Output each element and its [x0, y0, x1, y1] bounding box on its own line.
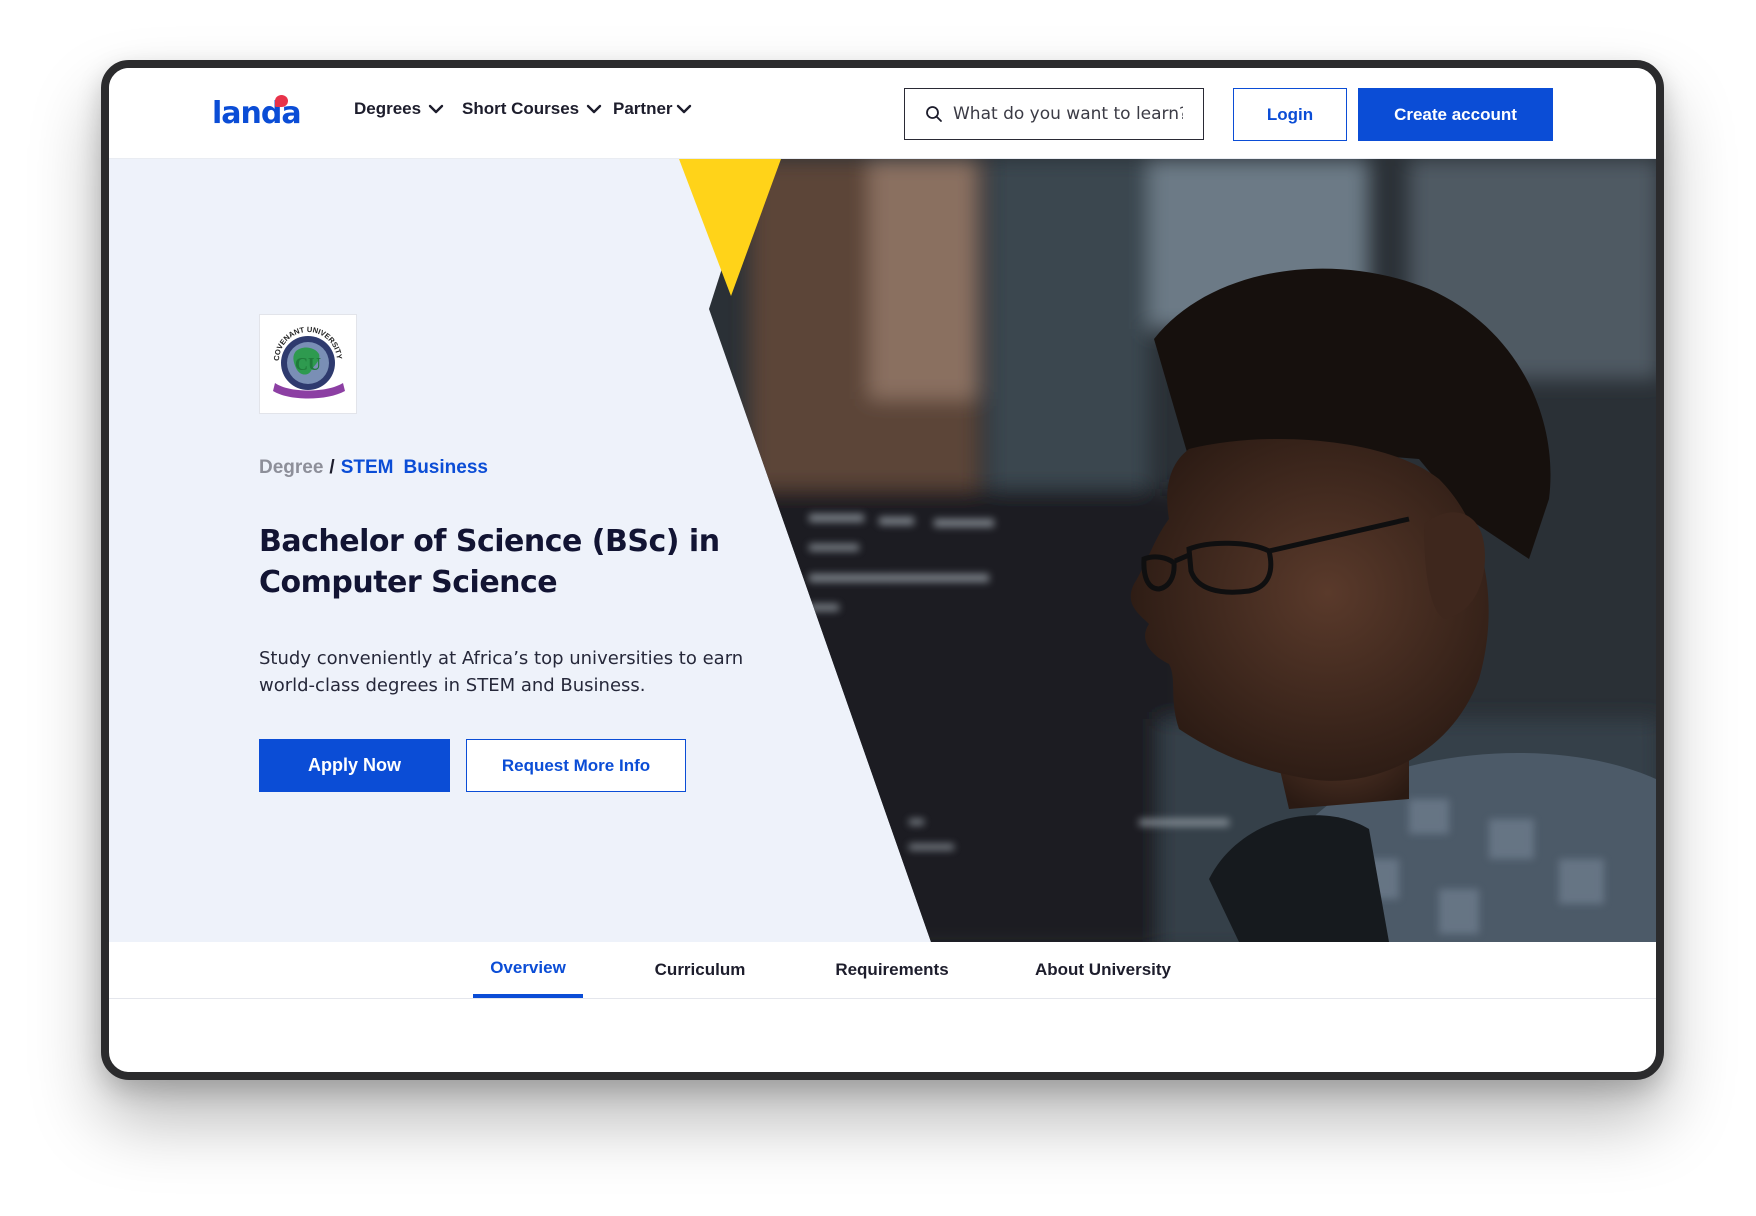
- chevron-down-icon: [676, 104, 691, 114]
- covenant-university-seal: CU COVENANT UNIVERSITY: [272, 325, 345, 399]
- search-box[interactable]: [904, 88, 1204, 140]
- login-button[interactable]: Login: [1233, 88, 1347, 141]
- breadcrumb-degree[interactable]: Degree: [259, 457, 323, 479]
- breadcrumb-stem[interactable]: STEM: [341, 457, 394, 479]
- apply-now-button[interactable]: Apply Now: [259, 739, 450, 792]
- program-tabs: Overview Curriculum Requirements About U…: [109, 942, 1656, 999]
- chevron-down-icon: [428, 104, 444, 114]
- hero-description: Study conveniently at Africa’s top unive…: [259, 648, 744, 696]
- search-icon: [926, 106, 942, 122]
- hero-section: CU COVENANT UNIVERSITY Degree / STEM Bus…: [109, 159, 1656, 942]
- request-more-info-button[interactable]: Request More Info: [466, 739, 686, 792]
- nav-short-courses-label: Short Courses: [462, 99, 580, 118]
- nav-degrees-label: Degrees: [354, 99, 422, 118]
- chevron-down-icon: [586, 104, 602, 114]
- tab-curriculum[interactable]: Curriculum: [645, 942, 755, 998]
- nav-degrees[interactable]: Degrees: [354, 99, 445, 119]
- nav-partner[interactable]: Partner: [613, 99, 693, 119]
- search-input[interactable]: [951, 103, 1185, 125]
- create-account-button[interactable]: Create account: [1358, 88, 1553, 141]
- device-frame: landa Degrees Short Courses Partner What…: [101, 60, 1664, 1080]
- tab-overview[interactable]: Overview: [473, 942, 583, 998]
- nav-short-courses[interactable]: Short Courses: [462, 99, 603, 119]
- breadcrumb-separator: /: [329, 457, 335, 478]
- svg-text:CU: CU: [295, 354, 321, 374]
- site-header: landa Degrees Short Courses Partner What…: [109, 68, 1656, 159]
- nav-partner-label: Partner: [613, 99, 673, 118]
- breadcrumb: Degree / STEM Business: [259, 457, 488, 479]
- tab-about-university[interactable]: About University: [1023, 942, 1183, 998]
- university-logo: CU COVENANT UNIVERSITY: [259, 314, 357, 414]
- tab-requirements[interactable]: Requirements: [827, 942, 957, 998]
- breadcrumb-business[interactable]: Business: [403, 457, 487, 479]
- page-title: Bachelor of Science (BSc) in Computer Sc…: [259, 524, 720, 600]
- logo-dot-icon: [275, 95, 288, 107]
